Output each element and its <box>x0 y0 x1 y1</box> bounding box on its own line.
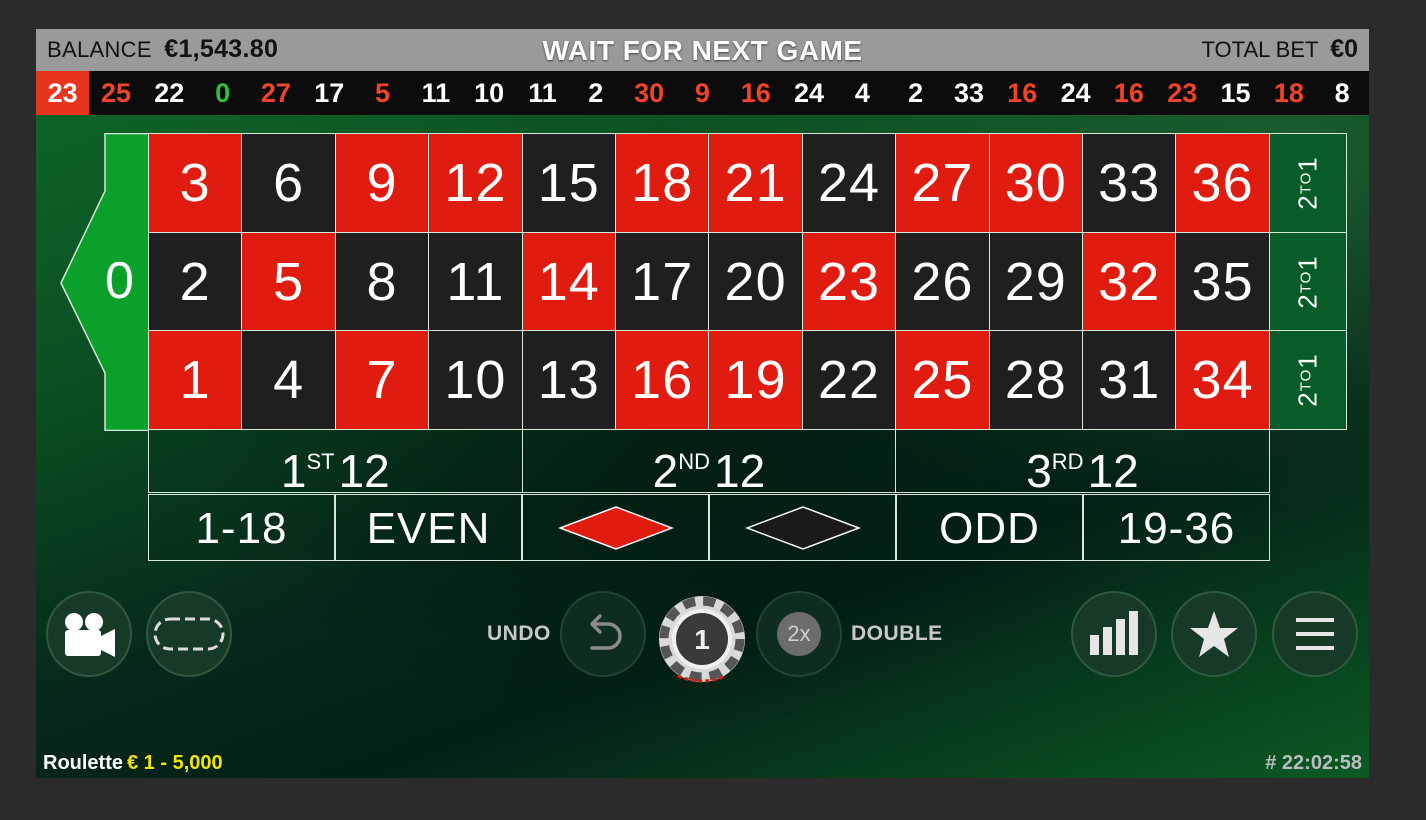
bet-number-11[interactable]: 11 <box>428 231 523 332</box>
bet-even[interactable]: EVEN <box>335 494 522 561</box>
dozen-number: 2 <box>652 445 679 498</box>
column-bet-label-a: 2 <box>1292 391 1323 407</box>
video-camera-icon <box>65 613 115 657</box>
bet-dozen-1[interactable]: 1ST12 <box>148 429 523 497</box>
double-button[interactable]: 2x <box>756 591 842 677</box>
bet-number-35[interactable]: 35 <box>1175 231 1270 332</box>
undo-label: UNDO <box>487 622 551 645</box>
column-bet-label: 2TO1 <box>1292 156 1323 210</box>
bet-number-9[interactable]: 9 <box>334 133 430 233</box>
bet-number-30[interactable]: 30 <box>988 133 1083 233</box>
bet-number-28[interactable]: 28 <box>988 330 1083 431</box>
bet-column-2[interactable]: 2TO1 <box>1268 231 1347 332</box>
bet-number-12[interactable]: 12 <box>428 133 523 233</box>
bet-black[interactable] <box>709 494 896 561</box>
column-bet-label-c: 1 <box>1292 353 1323 369</box>
chip-selector[interactable]: 1 <box>658 592 746 684</box>
bet-number-36[interactable]: 36 <box>1175 133 1270 233</box>
bet-number-17[interactable]: 17 <box>615 231 710 332</box>
bet-number-6[interactable]: 6 <box>241 133 336 233</box>
column-bet-label: 2TO1 <box>1292 255 1323 309</box>
racetrack-button[interactable] <box>146 591 232 677</box>
bet-number-18[interactable]: 18 <box>615 133 710 233</box>
bet-limits: € 1 - 5,000 <box>127 752 223 774</box>
double-icon: 2x <box>777 612 821 656</box>
betting-board: 0 3 6 9 12 15 18 21 24 27 30 33 36 2 5 8 11 14 17 20 23 26 29… <box>36 29 1369 778</box>
bet-number-19[interactable]: 19 <box>708 330 803 431</box>
bet-number-15[interactable]: 15 <box>521 133 616 233</box>
bet-number-29[interactable]: 29 <box>988 231 1083 332</box>
bet-number-23[interactable]: 23 <box>801 231 897 332</box>
bet-number-13[interactable]: 13 <box>521 330 616 431</box>
bet-red[interactable] <box>522 494 709 561</box>
favourites-button[interactable] <box>1171 591 1257 677</box>
bet-1-18[interactable]: 1-18 <box>148 494 335 561</box>
bet-dozen-2[interactable]: 2ND12 <box>521 429 897 497</box>
dozen-ordinal: RD <box>1051 449 1084 475</box>
bet-number-31[interactable]: 31 <box>1082 330 1177 431</box>
column-bet-label-c: 1 <box>1292 156 1323 172</box>
dozen-number: 1 <box>280 445 307 498</box>
bet-number-32[interactable]: 32 <box>1082 231 1177 332</box>
dozen-suffix: 12 <box>713 445 766 498</box>
bet-number-33[interactable]: 33 <box>1082 133 1177 233</box>
bet-number-34[interactable]: 34 <box>1175 330 1270 431</box>
column-bet-label: 2TO1 <box>1292 353 1323 407</box>
menu-button[interactable] <box>1272 591 1358 677</box>
undo-arrow-icon <box>590 614 622 650</box>
bet-column-1[interactable]: 2TO1 <box>1268 330 1347 431</box>
column-bet-label-a: 2 <box>1292 194 1323 210</box>
bet-dozen-3[interactable]: 3RD12 <box>895 429 1270 497</box>
bet-number-24[interactable]: 24 <box>801 133 897 233</box>
bet-number-3[interactable]: 3 <box>148 133 243 233</box>
column-bet-label-c: 1 <box>1292 254 1323 271</box>
dozen-number: 3 <box>1026 445 1052 498</box>
dozen-suffix: 12 <box>1087 445 1139 498</box>
double-label: DOUBLE <box>851 622 943 645</box>
bet-number-21[interactable]: 21 <box>708 133 803 233</box>
bet-number-16[interactable]: 16 <box>615 330 710 431</box>
bet-19-36[interactable]: 19-36 <box>1083 494 1270 561</box>
bet-zero[interactable]: 0 <box>60 133 149 430</box>
star-icon <box>1190 611 1238 657</box>
bet-odd[interactable]: ODD <box>896 494 1083 561</box>
undo-button[interactable] <box>560 591 646 677</box>
racetrack-icon <box>153 617 225 651</box>
hamburger-menu-icon <box>1296 618 1334 650</box>
bet-number-1[interactable]: 1 <box>148 330 243 431</box>
bet-number-7[interactable]: 7 <box>334 330 430 431</box>
dozen-suffix: 12 <box>338 445 390 498</box>
column-bet-label-a: 2 <box>1292 292 1323 309</box>
bet-column-3[interactable]: 2TO1 <box>1268 133 1347 233</box>
statistics-button[interactable] <box>1071 591 1157 677</box>
bet-number-27[interactable]: 27 <box>895 133 990 233</box>
bet-number-10[interactable]: 10 <box>428 330 523 431</box>
chip-value: 1 <box>694 624 710 655</box>
bet-number-4[interactable]: 4 <box>241 330 336 431</box>
bet-number-22[interactable]: 22 <box>801 330 897 431</box>
column-bet-label-b: TO <box>1297 368 1315 392</box>
black-diamond-icon <box>744 505 861 550</box>
table-info: Roulette € 1 - 5,000 <box>43 752 223 775</box>
game-area: BALANCE €1,543.80 WAIT FOR NEXT GAME TOT… <box>36 29 1369 778</box>
bet-number-14[interactable]: 14 <box>521 231 616 332</box>
statistics-bars-icon <box>1090 611 1138 655</box>
column-bet-label-b: TO <box>1297 270 1315 293</box>
bet-number-5[interactable]: 5 <box>241 231 336 332</box>
dozen-ordinal: ST <box>306 449 335 475</box>
bet-number-2[interactable]: 2 <box>148 231 243 332</box>
round-id: # 22:02:58 <box>1265 752 1362 774</box>
bet-number-25[interactable]: 25 <box>895 330 990 431</box>
bet-number-20[interactable]: 20 <box>708 231 803 332</box>
game-name: Roulette <box>43 752 123 774</box>
bet-number-26[interactable]: 26 <box>895 231 990 332</box>
bet-number-8[interactable]: 8 <box>334 231 430 332</box>
video-button[interactable] <box>46 591 132 677</box>
dozen-ordinal: ND <box>678 449 710 475</box>
red-diamond-icon <box>557 505 674 550</box>
column-bet-label-b: TO <box>1297 171 1315 195</box>
